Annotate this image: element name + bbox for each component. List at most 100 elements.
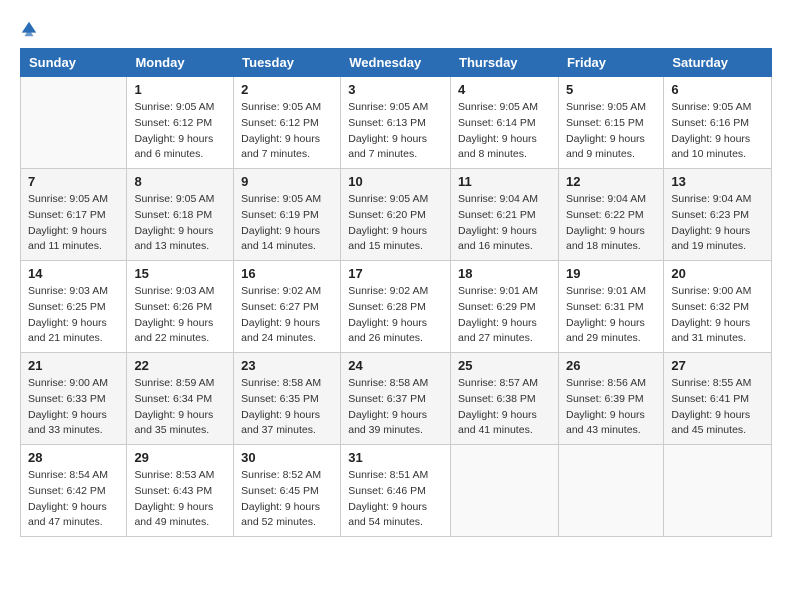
day-detail: Sunrise: 9:00 AMSunset: 6:32 PMDaylight:… bbox=[671, 284, 764, 347]
day-detail: Sunrise: 9:00 AMSunset: 6:33 PMDaylight:… bbox=[28, 376, 119, 439]
day-detail: Sunrise: 9:05 AMSunset: 6:19 PMDaylight:… bbox=[241, 192, 333, 255]
day-number: 13 bbox=[671, 174, 764, 189]
logo-icon bbox=[20, 20, 38, 38]
calendar-cell: 2Sunrise: 9:05 AMSunset: 6:12 PMDaylight… bbox=[234, 77, 341, 169]
calendar-cell: 16 Sunrise: 9:02 AMSunset: 6:27 PMDayligh… bbox=[234, 261, 341, 353]
calendar-cell: 22 Sunrise: 8:59 AMSunset: 6:34 PMDayligh… bbox=[127, 353, 234, 445]
calendar-week-row: 21 Sunrise: 9:00 AMSunset: 6:33 PMDayligh… bbox=[21, 353, 772, 445]
calendar-cell: 27Sunrise: 8:55 AMSunset: 6:41 PMDayligh… bbox=[664, 353, 772, 445]
day-detail: Sunrise: 9:05 AMSunset: 6:14 PMDaylight:… bbox=[458, 100, 551, 163]
col-header-sunday: Sunday bbox=[21, 49, 127, 77]
col-header-saturday: Saturday bbox=[664, 49, 772, 77]
calendar-cell: 4 Sunrise: 9:05 AMSunset: 6:14 PMDaylight… bbox=[451, 77, 559, 169]
day-detail: Sunrise: 9:01 AMSunset: 6:29 PMDaylight:… bbox=[458, 284, 551, 347]
calendar-cell: 24Sunrise: 8:58 AMSunset: 6:37 PMDayligh… bbox=[341, 353, 451, 445]
day-number: 5 bbox=[566, 82, 656, 97]
calendar-cell: 14Sunrise: 9:03 AMSunset: 6:25 PMDayligh… bbox=[21, 261, 127, 353]
day-detail: Sunrise: 9:05 AMSunset: 6:18 PMDaylight:… bbox=[134, 192, 226, 255]
day-number: 9 bbox=[241, 174, 333, 189]
day-number: 31 bbox=[348, 450, 443, 465]
calendar-cell: 10Sunrise: 9:05 AMSunset: 6:20 PMDayligh… bbox=[341, 169, 451, 261]
calendar-cell: 23Sunrise: 8:58 AMSunset: 6:35 PMDayligh… bbox=[234, 353, 341, 445]
calendar-cell: 7 Sunrise: 9:05 AMSunset: 6:17 PMDaylight… bbox=[21, 169, 127, 261]
day-detail: Sunrise: 9:05 AMSunset: 6:17 PMDaylight:… bbox=[28, 192, 119, 255]
day-number: 11 bbox=[458, 174, 551, 189]
day-number: 26 bbox=[566, 358, 656, 373]
col-header-monday: Monday bbox=[127, 49, 234, 77]
day-detail: Sunrise: 9:04 AMSunset: 6:22 PMDaylight:… bbox=[566, 192, 656, 255]
calendar-cell: 25 Sunrise: 8:57 AMSunset: 6:38 PMDayligh… bbox=[451, 353, 559, 445]
col-header-thursday: Thursday bbox=[451, 49, 559, 77]
day-number: 3 bbox=[348, 82, 443, 97]
calendar-cell bbox=[558, 445, 663, 537]
calendar-header-row: SundayMondayTuesdayWednesdayThursdayFrid… bbox=[21, 49, 772, 77]
calendar-cell: 26 Sunrise: 8:56 AMSunset: 6:39 PMDayligh… bbox=[558, 353, 663, 445]
day-number: 20 bbox=[671, 266, 764, 281]
calendar-cell: 6 Sunrise: 9:05 AMSunset: 6:16 PMDaylight… bbox=[664, 77, 772, 169]
day-detail: Sunrise: 8:52 AMSunset: 6:45 PMDaylight:… bbox=[241, 468, 333, 531]
day-detail: Sunrise: 8:55 AMSunset: 6:41 PMDaylight:… bbox=[671, 376, 764, 439]
day-detail: Sunrise: 9:04 AMSunset: 6:21 PMDaylight:… bbox=[458, 192, 551, 255]
calendar-cell: 31 Sunrise: 8:51 AMSunset: 6:46 PMDayligh… bbox=[341, 445, 451, 537]
col-header-wednesday: Wednesday bbox=[341, 49, 451, 77]
day-number: 19 bbox=[566, 266, 656, 281]
day-detail: Sunrise: 9:05 AMSunset: 6:13 PMDaylight:… bbox=[348, 100, 443, 163]
calendar-cell: 20 Sunrise: 9:00 AMSunset: 6:32 PMDayligh… bbox=[664, 261, 772, 353]
calendar-cell: 5 Sunrise: 9:05 AMSunset: 6:15 PMDaylight… bbox=[558, 77, 663, 169]
col-header-friday: Friday bbox=[558, 49, 663, 77]
day-number: 12 bbox=[566, 174, 656, 189]
day-number: 17 bbox=[348, 266, 443, 281]
day-detail: Sunrise: 8:57 AMSunset: 6:38 PMDaylight:… bbox=[458, 376, 551, 439]
day-detail: Sunrise: 9:05 AMSunset: 6:12 PMDaylight:… bbox=[134, 100, 226, 163]
calendar-cell: 17Sunrise: 9:02 AMSunset: 6:28 PMDayligh… bbox=[341, 261, 451, 353]
day-detail: Sunrise: 9:05 AMSunset: 6:12 PMDaylight:… bbox=[241, 100, 333, 163]
calendar-table: SundayMondayTuesdayWednesdayThursdayFrid… bbox=[20, 48, 772, 537]
calendar-week-row: 1 Sunrise: 9:05 AMSunset: 6:12 PMDaylight… bbox=[21, 77, 772, 169]
calendar-cell: 21 Sunrise: 9:00 AMSunset: 6:33 PMDayligh… bbox=[21, 353, 127, 445]
day-number: 24 bbox=[348, 358, 443, 373]
day-detail: Sunrise: 9:03 AMSunset: 6:26 PMDaylight:… bbox=[134, 284, 226, 347]
day-number: 4 bbox=[458, 82, 551, 97]
day-detail: Sunrise: 8:53 AMSunset: 6:43 PMDaylight:… bbox=[134, 468, 226, 531]
day-detail: Sunrise: 9:05 AMSunset: 6:15 PMDaylight:… bbox=[566, 100, 656, 163]
calendar-cell bbox=[664, 445, 772, 537]
day-detail: Sunrise: 8:56 AMSunset: 6:39 PMDaylight:… bbox=[566, 376, 656, 439]
day-detail: Sunrise: 9:01 AMSunset: 6:31 PMDaylight:… bbox=[566, 284, 656, 347]
day-detail: Sunrise: 9:03 AMSunset: 6:25 PMDaylight:… bbox=[28, 284, 119, 347]
page: SundayMondayTuesdayWednesdayThursdayFrid… bbox=[0, 0, 792, 612]
day-detail: Sunrise: 9:02 AMSunset: 6:27 PMDaylight:… bbox=[241, 284, 333, 347]
calendar-cell bbox=[21, 77, 127, 169]
day-number: 1 bbox=[134, 82, 226, 97]
calendar-cell: 30 Sunrise: 8:52 AMSunset: 6:45 PMDayligh… bbox=[234, 445, 341, 537]
day-number: 8 bbox=[134, 174, 226, 189]
day-detail: Sunrise: 9:05 AMSunset: 6:16 PMDaylight:… bbox=[671, 100, 764, 163]
day-number: 30 bbox=[241, 450, 333, 465]
day-number: 22 bbox=[134, 358, 226, 373]
calendar-cell bbox=[451, 445, 559, 537]
calendar-cell: 12 Sunrise: 9:04 AMSunset: 6:22 PMDayligh… bbox=[558, 169, 663, 261]
day-detail: Sunrise: 8:59 AMSunset: 6:34 PMDaylight:… bbox=[134, 376, 226, 439]
day-detail: Sunrise: 8:51 AMSunset: 6:46 PMDaylight:… bbox=[348, 468, 443, 531]
calendar-cell: 13 Sunrise: 9:04 AMSunset: 6:23 PMDayligh… bbox=[664, 169, 772, 261]
calendar-cell: 15 Sunrise: 9:03 AMSunset: 6:26 PMDayligh… bbox=[127, 261, 234, 353]
day-detail: Sunrise: 8:54 AMSunset: 6:42 PMDaylight:… bbox=[28, 468, 119, 531]
calendar-cell: 8 Sunrise: 9:05 AMSunset: 6:18 PMDaylight… bbox=[127, 169, 234, 261]
calendar-cell: 18 Sunrise: 9:01 AMSunset: 6:29 PMDayligh… bbox=[451, 261, 559, 353]
day-number: 25 bbox=[458, 358, 551, 373]
calendar-cell: 29 Sunrise: 8:53 AMSunset: 6:43 PMDayligh… bbox=[127, 445, 234, 537]
day-number: 15 bbox=[134, 266, 226, 281]
day-number: 23 bbox=[241, 358, 333, 373]
calendar-cell: 3 Sunrise: 9:05 AMSunset: 6:13 PMDaylight… bbox=[341, 77, 451, 169]
calendar-cell: 28Sunrise: 8:54 AMSunset: 6:42 PMDayligh… bbox=[21, 445, 127, 537]
day-number: 21 bbox=[28, 358, 119, 373]
day-number: 29 bbox=[134, 450, 226, 465]
day-number: 10 bbox=[348, 174, 443, 189]
day-number: 6 bbox=[671, 82, 764, 97]
calendar-cell: 19 Sunrise: 9:01 AMSunset: 6:31 PMDayligh… bbox=[558, 261, 663, 353]
day-number: 18 bbox=[458, 266, 551, 281]
day-detail: Sunrise: 9:04 AMSunset: 6:23 PMDaylight:… bbox=[671, 192, 764, 255]
header bbox=[20, 16, 772, 38]
calendar-cell: 9 Sunrise: 9:05 AMSunset: 6:19 PMDaylight… bbox=[234, 169, 341, 261]
day-number: 7 bbox=[28, 174, 119, 189]
day-number: 16 bbox=[241, 266, 333, 281]
